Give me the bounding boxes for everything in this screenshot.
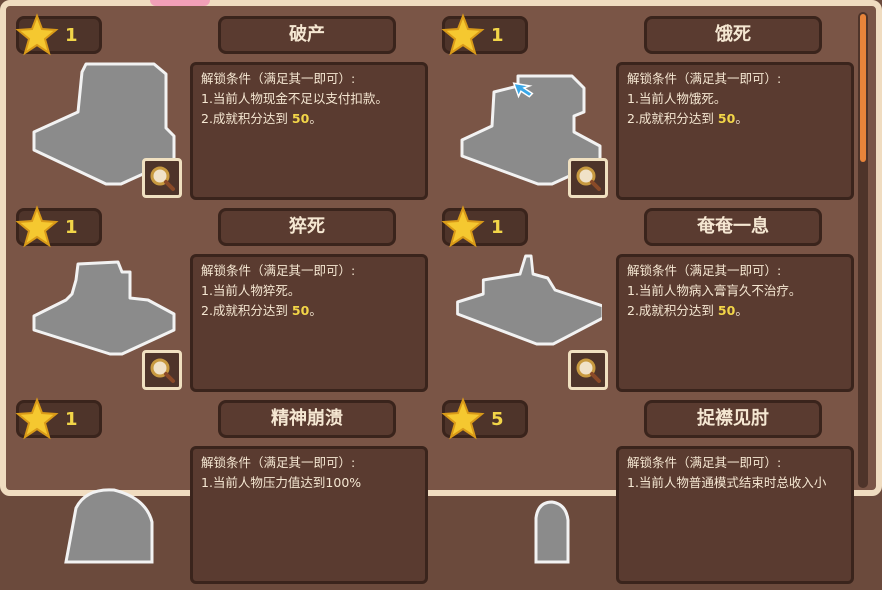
- condition-1: 1.当前人物病入膏肓久不治疗。: [627, 283, 802, 298]
- condition-1: 1.当前人物压力值达到100%: [201, 475, 362, 490]
- star-count: 1: [65, 25, 78, 46]
- condition-2-prefix: 2.成就积分达到: [627, 111, 714, 126]
- condition-1: 1.当前人物现金不足以支付扣款。: [201, 91, 388, 106]
- character-sprite-peek: [150, 0, 210, 6]
- condition-1: 1.当前人物猝死。: [201, 283, 301, 298]
- condition-1: 1.当前人物饿死。: [627, 91, 727, 106]
- locked-achievement-silhouette: [534, 500, 570, 564]
- condition-2-prefix: 2.成就积分达到: [201, 303, 288, 318]
- magnify-button[interactable]: [142, 158, 182, 198]
- magnifier-icon: [150, 166, 175, 191]
- scrollbar-thumb[interactable]: [860, 14, 866, 162]
- unlock-conditions: 解锁条件（满足其一即可）: 1.当前人物病入膏肓久不治疗。 2.成就积分达到 5…: [616, 254, 854, 392]
- star-count: 5: [491, 409, 504, 430]
- locked-achievement-silhouette: [64, 488, 154, 564]
- achievement-card-bankrupt[interactable]: 1 破产 解锁条件（满足其一即可）: 1.当前人物现金不足以支付扣款。 2.成就…: [15, 13, 434, 206]
- achievement-title: 饿死: [644, 16, 822, 54]
- achievement-title: 捉襟见肘: [644, 400, 822, 438]
- magnify-button[interactable]: [142, 350, 182, 390]
- star-icon: [15, 397, 59, 440]
- star-badge: 5: [441, 397, 528, 440]
- star-badge: 1: [15, 205, 102, 248]
- star-count: 1: [491, 217, 504, 238]
- condition-2-suffix: 。: [735, 303, 748, 318]
- magnify-button[interactable]: [568, 158, 608, 198]
- condition-2-suffix: 。: [309, 303, 322, 318]
- cursor-arrow-icon: [512, 82, 534, 99]
- condition-header: 解锁条件（满足其一即可）:: [627, 71, 782, 86]
- star-icon: [15, 13, 59, 56]
- star-icon: [15, 205, 59, 248]
- magnifier-icon: [150, 358, 175, 383]
- star-badge: 1: [441, 205, 528, 248]
- unlock-conditions: 解锁条件（满足其一即可）: 1.当前人物现金不足以支付扣款。 2.成就积分达到 …: [190, 62, 428, 200]
- unlock-conditions: 解锁条件（满足其一即可）: 1.当前人物压力值达到100%: [190, 446, 428, 584]
- condition-2-prefix: 2.成就积分达到: [201, 111, 288, 126]
- achievement-title: 奄奄一息: [644, 208, 822, 246]
- star-badge: 1: [15, 13, 102, 56]
- achievement-card-breakdown[interactable]: 1 精神崩溃 解锁条件（满足其一即可）: 1.当前人物压力值达到100%: [15, 397, 434, 590]
- star-icon: [441, 205, 485, 248]
- condition-2-suffix: 。: [735, 111, 748, 126]
- achievement-card-starved[interactable]: 1 饿死 解锁条件（满足其一即可）: 1.当前人物饿死。 2.成就积分达到 50…: [441, 13, 860, 206]
- star-count: 1: [65, 409, 78, 430]
- achievement-title: 猝死: [218, 208, 396, 246]
- achievement-title: 破产: [218, 16, 396, 54]
- star-icon: [441, 397, 485, 440]
- unlock-conditions: 解锁条件（满足其一即可）: 1.当前人物饿死。 2.成就积分达到 50。: [616, 62, 854, 200]
- condition-header: 解锁条件（满足其一即可）:: [201, 455, 356, 470]
- score-value: 50: [291, 303, 310, 318]
- score-value: 50: [717, 111, 736, 126]
- condition-2: 2.成就积分达到 50。: [201, 109, 417, 129]
- condition-header: 解锁条件（满足其一即可）:: [201, 263, 356, 278]
- score-value: 50: [291, 111, 310, 126]
- condition-2-prefix: 2.成就积分达到: [627, 303, 714, 318]
- unlock-conditions: 解锁条件（满足其一即可）: 1.当前人物普通模式结束时总收入小: [616, 446, 854, 584]
- condition-2: 2.成就积分达到 50。: [201, 301, 417, 321]
- condition-1: 1.当前人物普通模式结束时总收入小: [627, 475, 827, 490]
- achievement-card-sudden-death[interactable]: 1 猝死 解锁条件（满足其一即可）: 1.当前人物猝死。 2.成就积分达到 50…: [15, 205, 434, 398]
- star-count: 1: [491, 25, 504, 46]
- star-badge: 1: [441, 13, 528, 56]
- condition-2: 2.成就积分达到 50。: [627, 109, 843, 129]
- condition-2: 2.成就积分达到 50。: [627, 301, 843, 321]
- magnifier-icon: [576, 166, 601, 191]
- condition-header: 解锁条件（满足其一即可）:: [627, 263, 782, 278]
- star-count: 1: [65, 217, 78, 238]
- condition-header: 解锁条件（满足其一即可）:: [627, 455, 782, 470]
- condition-2-suffix: 。: [309, 111, 322, 126]
- achievement-card-dying[interactable]: 1 奄奄一息 解锁条件（满足其一即可）: 1.当前人物病入膏肓久不治疗。 2.成…: [441, 205, 860, 398]
- achievement-title: 精神崩溃: [218, 400, 396, 438]
- star-badge: 1: [15, 397, 102, 440]
- score-value: 50: [717, 303, 736, 318]
- condition-header: 解锁条件（满足其一即可）:: [201, 71, 356, 86]
- achievement-card-hard-up[interactable]: 5 捉襟见肘 解锁条件（满足其一即可）: 1.当前人物普通模式结束时总收入小: [441, 397, 860, 590]
- star-icon: [441, 13, 485, 56]
- unlock-conditions: 解锁条件（满足其一即可）: 1.当前人物猝死。 2.成就积分达到 50。: [190, 254, 428, 392]
- magnify-button[interactable]: [568, 350, 608, 390]
- magnifier-icon: [576, 358, 601, 383]
